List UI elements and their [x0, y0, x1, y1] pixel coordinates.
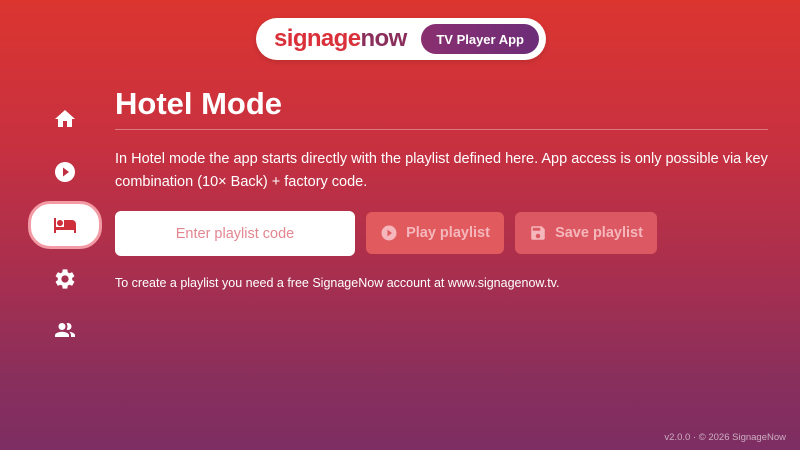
bed-icon	[54, 218, 76, 233]
hotel-mode-description: In Hotel mode the app starts directly wi…	[115, 151, 768, 190]
users-icon	[55, 323, 75, 337]
app-badge: TV Player App	[421, 24, 539, 54]
play-playlist-label: Play playlist	[406, 225, 490, 241]
logo-text-now: now	[360, 25, 408, 52]
save-playlist-label: Save playlist	[555, 225, 643, 241]
version-footer: v2.0.0 · © 2026 SignageNow	[664, 432, 786, 443]
play-circle-icon	[55, 162, 75, 182]
save-playlist-button[interactable]: Save playlist	[515, 212, 657, 254]
title-divider	[115, 129, 768, 130]
sidebar-item-settings[interactable]	[28, 255, 102, 303]
play-playlist-button[interactable]: Play playlist	[366, 212, 504, 254]
save-icon	[531, 226, 545, 240]
account-hint: To create a playlist you need a free Sig…	[115, 276, 560, 290]
page-title: Hotel Mode	[115, 86, 283, 121]
brand-header: signagenow TV Player App	[256, 18, 546, 60]
play-circle-icon	[381, 225, 397, 241]
gear-icon	[55, 269, 75, 289]
signagenow-logo: signagenow	[274, 27, 407, 51]
sidebar-item-users[interactable]	[28, 306, 102, 354]
sidebar-item-home[interactable]	[28, 95, 102, 143]
sidebar-item-hotel[interactable]	[28, 201, 102, 249]
playlist-code-input[interactable]	[115, 211, 355, 256]
logo-text-signage: signage	[274, 25, 361, 52]
sidebar-item-play[interactable]	[28, 148, 102, 196]
home-icon	[55, 110, 75, 127]
